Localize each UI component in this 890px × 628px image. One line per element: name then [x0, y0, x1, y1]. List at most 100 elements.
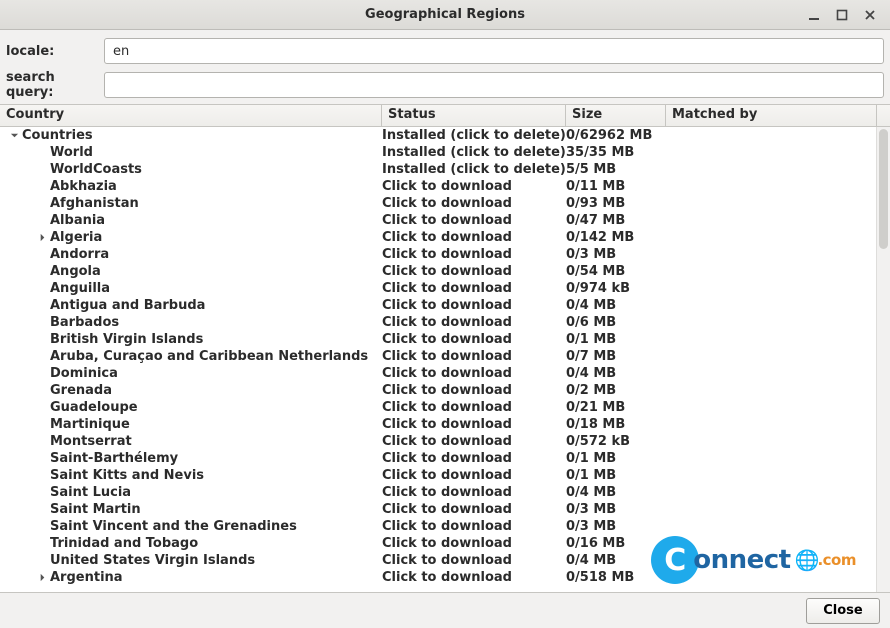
cell-country[interactable]: Afghanistan: [0, 195, 382, 212]
column-header-size[interactable]: Size: [566, 105, 666, 126]
table-row[interactable]: WorldCoastsInstalled (click to delete)5/…: [0, 161, 890, 178]
cell-status[interactable]: Click to download: [382, 535, 566, 552]
table-row[interactable]: Antigua and BarbudaClick to download0/4 …: [0, 297, 890, 314]
table-row[interactable]: Saint LuciaClick to download0/4 MB: [0, 484, 890, 501]
table-row[interactable]: AlbaniaClick to download0/47 MB: [0, 212, 890, 229]
cell-status[interactable]: Click to download: [382, 433, 566, 450]
table-row[interactable]: AlgeriaClick to download0/142 MB: [0, 229, 890, 246]
vertical-scrollbar-thumb[interactable]: [879, 129, 888, 249]
cell-country[interactable]: Barbados: [0, 314, 382, 331]
chevron-right-icon[interactable]: [36, 572, 48, 584]
cell-country[interactable]: Saint Martin: [0, 501, 382, 518]
table-row[interactable]: Saint-BarthélemyClick to download0/1 MB: [0, 450, 890, 467]
cell-status[interactable]: Click to download: [382, 195, 566, 212]
table-row[interactable]: MontserratClick to download0/572 kB: [0, 433, 890, 450]
cell-country[interactable]: Aruba, Curaçao and Caribbean Netherlands: [0, 348, 382, 365]
cell-status[interactable]: Click to download: [382, 484, 566, 501]
cell-status[interactable]: Installed (click to delete): [382, 127, 566, 144]
cell-country[interactable]: Montserrat: [0, 433, 382, 450]
table-row[interactable]: AbkhaziaClick to download0/11 MB: [0, 178, 890, 195]
cell-status[interactable]: Click to download: [382, 569, 566, 586]
table-row[interactable]: GrenadaClick to download0/2 MB: [0, 382, 890, 399]
cell-status[interactable]: Click to download: [382, 280, 566, 297]
cell-status[interactable]: Installed (click to delete): [382, 161, 566, 178]
cell-status[interactable]: Click to download: [382, 552, 566, 569]
cell-country[interactable]: World: [0, 144, 382, 161]
cell-country[interactable]: Albania: [0, 212, 382, 229]
table-row[interactable]: CountriesInstalled (click to delete)0/62…: [0, 127, 890, 144]
cell-country[interactable]: Abkhazia: [0, 178, 382, 195]
search-input[interactable]: [104, 72, 884, 98]
table-row[interactable]: Saint Kitts and NevisClick to download0/…: [0, 467, 890, 484]
table-row[interactable]: BarbadosClick to download0/6 MB: [0, 314, 890, 331]
table-row[interactable]: Trinidad and TobagoClick to download0/16…: [0, 535, 890, 552]
cell-status[interactable]: Click to download: [382, 246, 566, 263]
cell-status[interactable]: Click to download: [382, 263, 566, 280]
cell-country[interactable]: British Virgin Islands: [0, 331, 382, 348]
cell-country[interactable]: Anguilla: [0, 280, 382, 297]
close-button[interactable]: [856, 3, 884, 27]
cell-country[interactable]: Countries: [0, 127, 382, 144]
cell-country[interactable]: Dominica: [0, 365, 382, 382]
maximize-button[interactable]: [828, 3, 856, 27]
table-row[interactable]: British Virgin IslandsClick to download0…: [0, 331, 890, 348]
table-row[interactable]: DominicaClick to download0/4 MB: [0, 365, 890, 382]
cell-status[interactable]: Click to download: [382, 501, 566, 518]
cell-country[interactable]: Antigua and Barbuda: [0, 297, 382, 314]
cell-country[interactable]: Guadeloupe: [0, 399, 382, 416]
cell-status[interactable]: Click to download: [382, 178, 566, 195]
column-header-matched[interactable]: Matched by: [666, 105, 876, 126]
cell-matched: [666, 450, 890, 467]
table-row[interactable]: GuadeloupeClick to download0/21 MB: [0, 399, 890, 416]
cell-matched: [666, 127, 890, 144]
cell-status[interactable]: Click to download: [382, 382, 566, 399]
cell-country[interactable]: Martinique: [0, 416, 382, 433]
cell-status[interactable]: Click to download: [382, 365, 566, 382]
cell-country[interactable]: Saint-Barthélemy: [0, 450, 382, 467]
cell-status[interactable]: Click to download: [382, 348, 566, 365]
cell-status[interactable]: Click to download: [382, 518, 566, 535]
cell-country[interactable]: Argentina: [0, 569, 382, 586]
chevron-down-icon[interactable]: [8, 130, 20, 142]
cell-status[interactable]: Click to download: [382, 331, 566, 348]
cell-status[interactable]: Click to download: [382, 229, 566, 246]
table-row[interactable]: AnguillaClick to download0/974 kB: [0, 280, 890, 297]
cell-status[interactable]: Click to download: [382, 314, 566, 331]
table-row[interactable]: WorldInstalled (click to delete)35/35 MB: [0, 144, 890, 161]
cell-country[interactable]: Saint Vincent and the Grenadines: [0, 518, 382, 535]
column-header-country[interactable]: Country: [0, 105, 382, 126]
cell-country[interactable]: Saint Lucia: [0, 484, 382, 501]
table-row[interactable]: Aruba, Curaçao and Caribbean Netherlands…: [0, 348, 890, 365]
minimize-button[interactable]: [800, 3, 828, 27]
table-row[interactable]: Saint Vincent and the GrenadinesClick to…: [0, 518, 890, 535]
column-header-status[interactable]: Status: [382, 105, 566, 126]
cell-country[interactable]: Andorra: [0, 246, 382, 263]
cell-country[interactable]: Algeria: [0, 229, 382, 246]
cell-country[interactable]: Trinidad and Tobago: [0, 535, 382, 552]
cell-status[interactable]: Click to download: [382, 416, 566, 433]
country-label: Afghanistan: [50, 195, 139, 212]
table-row[interactable]: ArgentinaClick to download0/518 MB: [0, 569, 890, 586]
cell-country[interactable]: Saint Kitts and Nevis: [0, 467, 382, 484]
cell-status[interactable]: Click to download: [382, 467, 566, 484]
table-row[interactable]: MartiniqueClick to download0/18 MB: [0, 416, 890, 433]
table-row[interactable]: United States Virgin IslandsClick to dow…: [0, 552, 890, 569]
cell-status[interactable]: Installed (click to delete): [382, 144, 566, 161]
cell-country[interactable]: United States Virgin Islands: [0, 552, 382, 569]
cell-status[interactable]: Click to download: [382, 297, 566, 314]
table-row[interactable]: Saint MartinClick to download0/3 MB: [0, 501, 890, 518]
cell-country[interactable]: WorldCoasts: [0, 161, 382, 178]
cell-status[interactable]: Click to download: [382, 450, 566, 467]
cell-country[interactable]: Grenada: [0, 382, 382, 399]
locale-input[interactable]: [104, 38, 884, 64]
cell-status[interactable]: Click to download: [382, 212, 566, 229]
cell-status[interactable]: Click to download: [382, 399, 566, 416]
chevron-right-icon[interactable]: [36, 232, 48, 244]
table-row[interactable]: AfghanistanClick to download0/93 MB: [0, 195, 890, 212]
table-row[interactable]: AngolaClick to download0/54 MB: [0, 263, 890, 280]
vertical-scrollbar[interactable]: [876, 127, 890, 592]
close-button-footer[interactable]: Close: [806, 598, 880, 624]
country-label: Saint Lucia: [50, 484, 131, 501]
table-row[interactable]: AndorraClick to download0/3 MB: [0, 246, 890, 263]
cell-country[interactable]: Angola: [0, 263, 382, 280]
